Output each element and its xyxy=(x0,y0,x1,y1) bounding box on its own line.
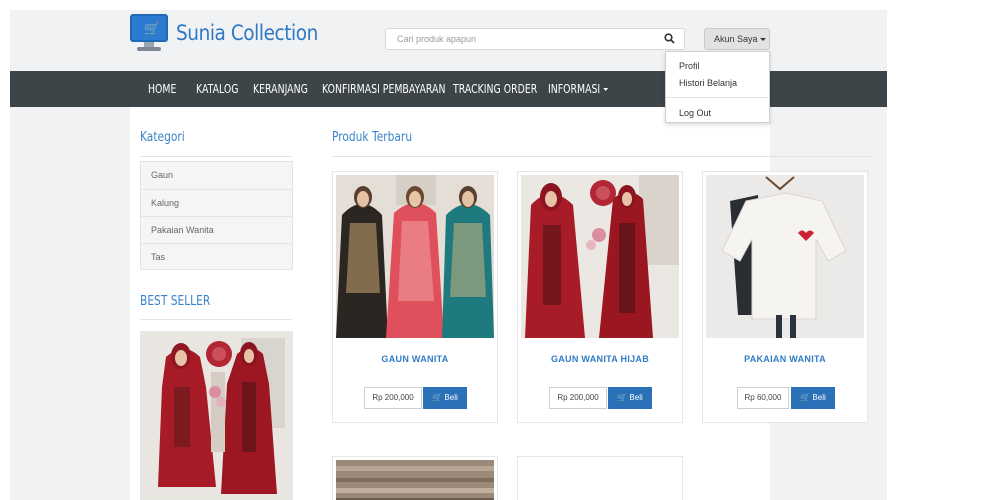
monitor-icon: 🛒 xyxy=(130,14,168,42)
account-dropdown-button[interactable]: Akun Saya xyxy=(704,28,770,50)
buy-button-label: Beli xyxy=(444,393,458,402)
nav-home[interactable]: HOME xyxy=(148,71,176,107)
menu-item-histori-belanja[interactable]: Histori Belanja xyxy=(679,78,737,88)
menu-item-profil[interactable]: Profil xyxy=(679,61,700,71)
buy-button-label: Beli xyxy=(629,393,643,402)
product-image[interactable] xyxy=(521,175,679,338)
brand-name[interactable]: Sunia Collection xyxy=(176,21,318,45)
caret-down-icon xyxy=(759,38,766,42)
buy-button[interactable]: 🛒 Beli xyxy=(608,387,652,409)
product-price: Rp 200,000 xyxy=(364,387,422,409)
buy-button[interactable]: 🛒 Beli xyxy=(423,387,467,409)
category-item-gaun[interactable]: Gaun xyxy=(141,162,292,189)
bestseller-title: BEST SELLER xyxy=(140,294,211,309)
page: 🛒 Sunia Collection Akun Saya HOME KATALO… xyxy=(10,10,887,500)
search-icon xyxy=(664,33,675,44)
nav-tracking-order[interactable]: TRACKING ORDER xyxy=(453,71,537,107)
search-bar xyxy=(385,28,685,50)
account-label: Akun Saya xyxy=(714,34,758,44)
category-title: Kategori xyxy=(140,130,185,145)
nav-keranjang[interactable]: KERANJANG xyxy=(253,71,308,107)
cart-icon: 🛒 xyxy=(800,393,811,402)
product-card: GAUN WANITA Rp 200,000 🛒 Beli xyxy=(332,171,498,423)
category-item-tas[interactable]: Tas xyxy=(141,243,292,270)
product-card: PAKAIAN WANITA Rp 60,000 🛒 Beli xyxy=(702,171,868,423)
menu-item-log-out[interactable]: Log Out xyxy=(679,108,711,118)
caret-down-icon xyxy=(603,88,608,91)
bestseller-product-image[interactable] xyxy=(141,332,293,500)
category-item-pakaian-wanita[interactable]: Pakaian Wanita xyxy=(141,216,292,243)
product-name[interactable]: GAUN WANITA xyxy=(333,354,497,364)
product-image[interactable] xyxy=(336,175,494,338)
search-button[interactable] xyxy=(656,29,684,49)
product-card xyxy=(332,456,498,500)
product-price: Rp 200,000 xyxy=(549,387,607,409)
nav-informasi-label: INFORMASI xyxy=(548,82,601,96)
cart-icon: 🛒 xyxy=(617,393,628,402)
product-name[interactable]: PAKAIAN WANITA xyxy=(703,354,867,364)
product-image[interactable] xyxy=(518,457,682,500)
product-card: GAUN WANITA HIJAB Rp 200,000 🛒 Beli xyxy=(517,171,683,423)
category-item-kalung[interactable]: Kalung xyxy=(141,189,292,216)
menu-divider xyxy=(666,97,769,98)
latest-products-title: Produk Terbaru xyxy=(332,130,413,145)
search-input[interactable] xyxy=(386,29,656,49)
main-content: Kategori Gaun Kalung Pakaian Wanita Tas … xyxy=(130,107,870,500)
divider xyxy=(140,156,292,157)
nav-konfirmasi-pembayaran[interactable]: KONFIRMASI PEMBAYARAN xyxy=(322,71,445,107)
bestseller-product-card[interactable] xyxy=(140,331,293,500)
logo[interactable]: 🛒 xyxy=(130,14,168,58)
product-image[interactable] xyxy=(706,175,864,338)
product-name[interactable]: GAUN WANITA HIJAB xyxy=(518,354,682,364)
product-price: Rp 60,000 xyxy=(737,387,789,409)
nav-informasi[interactable]: INFORMASI xyxy=(548,71,608,107)
cart-icon: 🛒 xyxy=(432,393,443,402)
product-image[interactable] xyxy=(333,460,497,500)
divider xyxy=(140,319,292,320)
buy-button[interactable]: 🛒 Beli xyxy=(791,387,835,409)
account-dropdown-menu: Profil Histori Belanja Log Out xyxy=(665,51,770,123)
nav-katalog[interactable]: KATALOG xyxy=(196,71,239,107)
divider xyxy=(332,156,870,157)
buy-button-label: Beli xyxy=(812,393,826,402)
category-list: Gaun Kalung Pakaian Wanita Tas xyxy=(140,161,293,270)
product-card xyxy=(517,456,683,500)
